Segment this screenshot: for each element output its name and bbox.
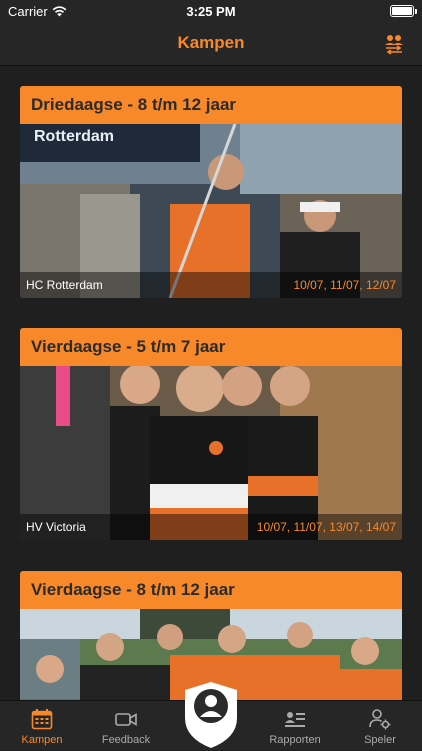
status-time: 3:25 PM <box>186 4 236 19</box>
camp-club: HC Rotterdam <box>26 278 103 292</box>
camp-footer: HV Victoria 10/07, 11/07, 13/07, 14/07 <box>20 514 402 540</box>
camp-footer: HC Rotterdam 10/07, 11/07, 12/07 <box>20 272 402 298</box>
camp-photo: Rotterdam HC Rotterdam 10/07, 11/07, 12/… <box>20 124 402 298</box>
battery-icon <box>390 5 417 17</box>
video-camera-icon <box>115 713 137 726</box>
camps-list: Driedaagse - 8 t/m 12 jaar Rotterdam HC … <box>0 66 422 700</box>
tab-label: Feedback <box>101 734 151 746</box>
page-title: Kampen <box>177 33 245 52</box>
camp-photo: HV Victoria 10/07, 11/07, 13/07, 14/07 <box>20 366 402 540</box>
tab-label: Rapporten <box>269 734 321 746</box>
camp-dates: 10/07, 11/07, 13/07, 14/07 <box>256 520 396 534</box>
camp-card[interactable]: Vierdaagse - 5 t/m 7 jaar HV Victoria 10… <box>20 328 402 540</box>
camp-title: Vierdaagse - 8 t/m 12 jaar <box>20 571 402 609</box>
tab-feedback[interactable]: Feedback <box>84 701 168 751</box>
tab-speler[interactable]: Speler <box>338 701 422 751</box>
report-list-icon <box>285 712 305 727</box>
photo-sign-text: Rotterdam <box>34 128 115 145</box>
tab-kampen[interactable]: Kampen <box>0 701 84 751</box>
camp-title: Driedaagse - 8 t/m 12 jaar <box>20 86 402 124</box>
calendar-icon <box>31 709 53 730</box>
tab-label: Kampen <box>21 734 63 746</box>
camp-club: HV Victoria <box>26 520 86 534</box>
tab-rapporten[interactable]: Rapporten <box>253 701 337 751</box>
tab-label: Speler <box>364 734 396 746</box>
camp-dates: 10/07, 11/07, 12/07 <box>293 278 396 292</box>
profile-shield-icon[interactable] <box>183 680 239 750</box>
camp-title: Vierdaagse - 5 t/m 7 jaar <box>20 328 402 366</box>
navigation-bar: Kampen <box>0 22 422 66</box>
swap-users-icon[interactable] <box>382 32 406 56</box>
status-bar: Carrier 3:25 PM <box>0 0 422 22</box>
player-settings-icon <box>369 709 391 730</box>
camp-card[interactable]: Driedaagse - 8 t/m 12 jaar Rotterdam HC … <box>20 86 402 298</box>
